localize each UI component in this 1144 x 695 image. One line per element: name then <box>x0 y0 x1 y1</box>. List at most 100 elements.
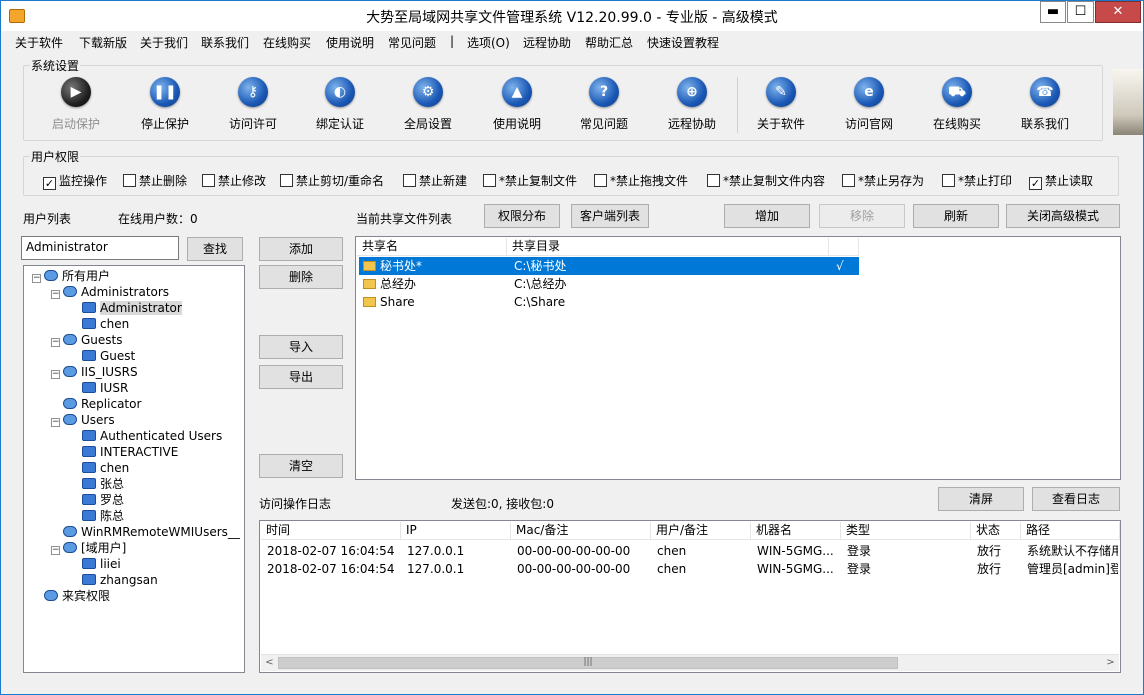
log-column-header-2[interactable]: Mac/备注 <box>511 522 651 540</box>
unchecked-icon[interactable] <box>403 174 416 187</box>
tree-node-2[interactable]: Administrator <box>70 300 182 316</box>
tree-node-10[interactable]: Authenticated Users <box>70 428 222 444</box>
collapse-icon[interactable]: − <box>51 338 60 347</box>
tree-node-7[interactable]: IUSR <box>70 380 128 396</box>
tool-button-0[interactable]: ▶ 启动保护 <box>31 77 121 132</box>
add-share-button[interactable]: 增加 <box>724 204 810 228</box>
tool-button-8[interactable]: ✎ 关于软件 <box>736 77 826 132</box>
permission-checkbox-8[interactable]: *禁止另存为 <box>842 172 924 189</box>
permission-checkbox-3[interactable]: 禁止剪切/重命名 <box>280 172 384 189</box>
log-column-header-1[interactable]: IP <box>401 522 511 540</box>
tree-node-6[interactable]: − IIS_IUSRS <box>51 364 138 380</box>
tool-button-3[interactable]: ◐ 绑定认证 <box>295 77 385 132</box>
unchecked-icon[interactable] <box>483 174 496 187</box>
clear-button[interactable]: 清空 <box>259 454 343 478</box>
tree-node-5[interactable]: Guest <box>70 348 135 364</box>
remove-share-button[interactable]: 移除 <box>819 204 905 228</box>
permission-checkbox-7[interactable]: *禁止复制文件内容 <box>707 172 825 189</box>
tool-button-6[interactable]: ? 常见问题 <box>559 77 649 132</box>
permission-checkbox-2[interactable]: 禁止修改 <box>202 172 266 189</box>
column-header-share-path[interactable]: 共享目录 <box>507 238 829 256</box>
checked-icon[interactable]: ✓ <box>1029 177 1042 190</box>
tree-node-19[interactable]: zhangsan <box>70 572 158 588</box>
delete-user-button[interactable]: 删除 <box>259 265 343 289</box>
collapse-icon[interactable]: − <box>51 418 60 427</box>
tree-node-4[interactable]: − Guests <box>51 332 123 348</box>
permission-checkbox-10[interactable]: ✓ 禁止读取 <box>1029 172 1093 190</box>
tool-button-10[interactable]: ⛟ 在线购买 <box>912 77 1002 132</box>
permission-checkbox-5[interactable]: *禁止复制文件 <box>483 172 577 189</box>
collapse-icon[interactable]: − <box>51 546 60 555</box>
tree-node-0[interactable]: − 所有用户 <box>32 268 110 284</box>
find-button[interactable]: 查找 <box>187 237 243 261</box>
add-user-button[interactable]: 添加 <box>259 237 343 261</box>
menu-item-11[interactable]: 快速设置教程 <box>647 34 719 51</box>
checked-icon[interactable]: ✓ <box>43 177 56 190</box>
access-log-table[interactable]: 时间 IP Mac/备注 用户/备注 机器名 类型 状态 路径 2018-02-07 16:0… <box>259 520 1121 673</box>
unchecked-icon[interactable] <box>594 174 607 187</box>
minimize-button[interactable]: ▬ <box>1040 1 1066 23</box>
tree-node-20[interactable]: 来宾权限 <box>32 588 110 604</box>
tree-node-17[interactable]: − [域用户] <box>51 540 126 556</box>
tree-node-16[interactable]: WinRMRemoteWMIUsers__ <box>51 524 240 540</box>
log-column-header-4[interactable]: 机器名 <box>751 522 841 540</box>
log-horizontal-scrollbar[interactable]: < ||| > <box>261 654 1119 671</box>
unchecked-icon[interactable] <box>123 174 136 187</box>
menu-item-0[interactable]: 关于软件 <box>15 34 63 51</box>
clear-screen-button[interactable]: 清屏 <box>938 487 1024 511</box>
client-list-button[interactable]: 客户端列表 <box>571 204 649 228</box>
tool-button-11[interactable]: ☎ 联系我们 <box>1000 77 1090 132</box>
tree-node-18[interactable]: liiei <box>70 556 121 572</box>
tree-node-14[interactable]: 罗总 <box>70 492 124 508</box>
tree-node-1[interactable]: − Administrators <box>51 284 169 300</box>
menu-item-9[interactable]: 远程协助 <box>523 34 571 51</box>
permission-checkbox-1[interactable]: 禁止删除 <box>123 172 187 189</box>
menu-item-3[interactable]: 联系我们 <box>201 34 249 51</box>
collapse-icon[interactable]: − <box>51 370 60 379</box>
tool-button-2[interactable]: ⚷ 访问许可 <box>208 77 298 132</box>
export-button[interactable]: 导出 <box>259 365 343 389</box>
unchecked-icon[interactable] <box>707 174 720 187</box>
share-row[interactable]: 总经办 C:\总经办 <box>359 275 859 293</box>
tool-button-7[interactable]: ⊕ 远程协助 <box>647 77 737 132</box>
menu-item-6[interactable]: 常见问题 <box>388 34 436 51</box>
menu-item-8[interactable]: 选项(O) <box>467 34 510 51</box>
permission-checkbox-9[interactable]: *禁止打印 <box>942 172 1012 189</box>
menu-item-1[interactable]: 下载新版 <box>79 34 127 51</box>
view-log-button[interactable]: 查看日志 <box>1032 487 1120 511</box>
collapse-icon[interactable]: − <box>51 290 60 299</box>
log-column-header-7[interactable]: 路径 <box>1021 522 1120 540</box>
tool-button-1[interactable]: ❚❚ 停止保护 <box>120 77 210 132</box>
unchecked-icon[interactable] <box>280 174 293 187</box>
tree-node-13[interactable]: 张总 <box>70 476 124 492</box>
share-list[interactable]: 共享名 共享目录 秘书处* C:\秘书处 √ 总经办 C:\总经办 Share C:\Sha… <box>355 236 1121 480</box>
menu-item-4[interactable]: 在线购买 <box>263 34 311 51</box>
tree-node-3[interactable]: chen <box>70 316 129 332</box>
menu-item-2[interactable]: 关于我们 <box>140 34 188 51</box>
permission-checkbox-6[interactable]: *禁止拖拽文件 <box>594 172 688 189</box>
user-search-input[interactable]: Administrator <box>21 236 179 260</box>
menu-item-10[interactable]: 帮助汇总 <box>585 34 633 51</box>
unchecked-icon[interactable] <box>942 174 955 187</box>
scroll-left-icon[interactable]: < <box>261 655 278 671</box>
permission-checkbox-4[interactable]: 禁止新建 <box>403 172 467 189</box>
close-button[interactable]: ✕ <box>1095 1 1141 23</box>
tree-node-8[interactable]: Replicator <box>51 396 141 412</box>
unchecked-icon[interactable] <box>202 174 215 187</box>
column-header-share-name[interactable]: 共享名 <box>357 238 507 256</box>
import-button[interactable]: 导入 <box>259 335 343 359</box>
refresh-button[interactable]: 刷新 <box>913 204 999 228</box>
close-advanced-mode-button[interactable]: 关闭高级模式 <box>1006 204 1120 228</box>
tree-node-9[interactable]: − Users <box>51 412 115 428</box>
tree-node-11[interactable]: INTERACTIVE <box>70 444 178 460</box>
permission-checkbox-0[interactable]: ✓ 监控操作 <box>43 172 107 190</box>
tree-node-12[interactable]: chen <box>70 460 129 476</box>
menu-item-5[interactable]: 使用说明 <box>326 34 374 51</box>
log-column-header-3[interactable]: 用户/备注 <box>651 522 751 540</box>
tool-button-5[interactable]: ▲ 使用说明 <box>472 77 562 132</box>
user-tree[interactable]: − 所有用户 − Administrators Administrator chen − Gu… <box>23 265 245 673</box>
log-column-header-5[interactable]: 类型 <box>841 522 971 540</box>
share-row[interactable]: Share C:\Share <box>359 293 859 311</box>
share-row[interactable]: 秘书处* C:\秘书处 √ <box>359 257 859 275</box>
maximize-button[interactable]: ☐ <box>1067 1 1094 23</box>
